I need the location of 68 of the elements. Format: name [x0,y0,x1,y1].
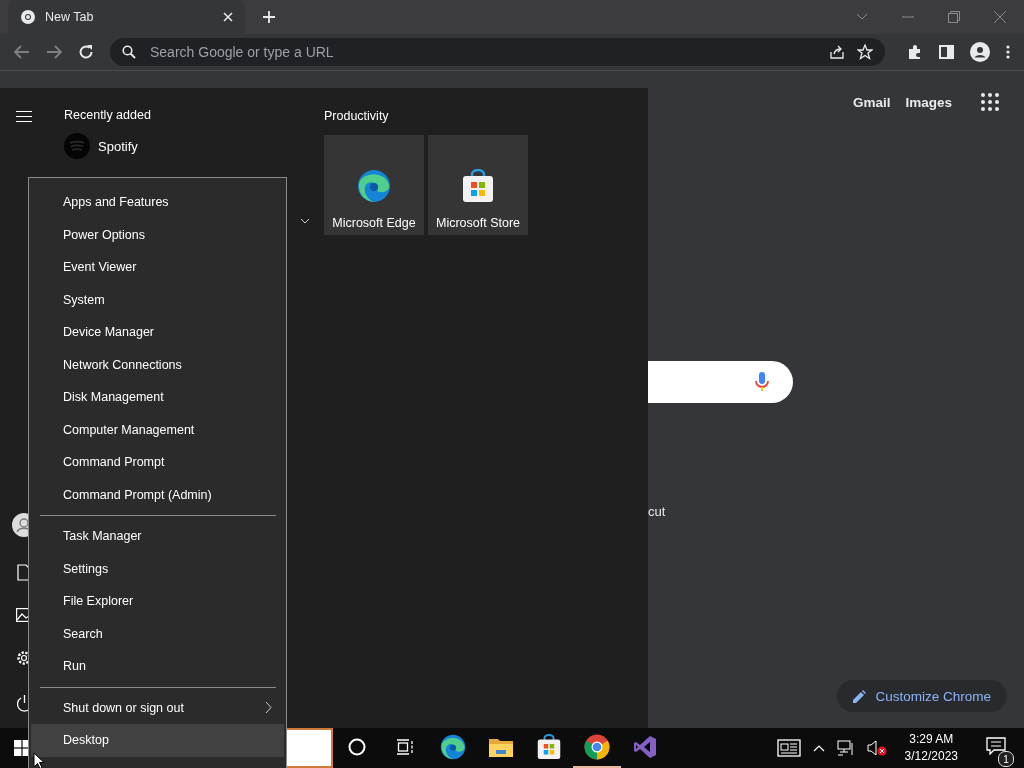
menu-item[interactable]: Command Prompt (Admin) [31,478,284,511]
header-link[interactable]: Gmail [852,94,891,110]
app-list-item[interactable]: Spotify [64,132,310,160]
customize-chrome-button[interactable]: Customize Chrome [837,680,1007,712]
browser-tab[interactable]: New Tab [8,0,245,34]
menu-item[interactable]: Desktop [31,724,284,757]
address-bar[interactable]: Search Google or type a URL [110,38,885,66]
address-field[interactable]: Search Google or type a URL [148,43,817,61]
menu-item[interactable]: Disk Management [31,381,284,414]
menu-item[interactable]: Shut down or sign out [31,691,284,724]
app-circle-icon [64,133,90,159]
infinity-logo-icon [633,735,657,759]
menu-item[interactable]: Network Connections [31,348,284,381]
header-link[interactable]: Images [905,94,952,110]
profile-icon[interactable] [970,42,990,62]
menu-item[interactable]: Command Prompt [31,446,284,479]
apps-grid-icon[interactable] [981,93,999,111]
menu-item[interactable]: Run [31,650,284,683]
share-icon[interactable] [829,44,845,60]
chevron-up-icon[interactable] [812,744,825,752]
search-icon [122,45,136,59]
windows-start-icon[interactable] [14,740,30,756]
reload-icon[interactable] [78,44,94,60]
group-title: Productivity [324,109,390,123]
chevron-right-icon [265,701,272,715]
microphone-icon[interactable] [755,372,769,392]
shortcut-label: cut [648,504,666,519]
task-view-icon[interactable] [396,739,414,755]
menu-item[interactable]: Power Options [31,218,284,251]
more-icon[interactable] [1006,45,1010,59]
clock[interactable]: 3:29 AM 3/12/2023 [898,731,964,765]
app-tile[interactable]: Microsoft Edge [324,135,424,235]
notification-badge: 1 [998,751,1014,767]
menu-item[interactable]: Apps and Features [31,186,284,219]
edge-icon [357,169,391,203]
chevron-down-icon[interactable] [300,218,310,224]
shopping-bag-icon [462,169,494,203]
edge-icon [440,734,466,760]
star-icon[interactable] [857,44,873,60]
back-icon[interactable] [14,45,30,59]
folder-icon [489,737,513,757]
side-panel-icon[interactable] [939,45,954,59]
notification-icon[interactable] [986,737,1006,755]
menu-item[interactable]: Task Manager [31,520,284,553]
menu-icon[interactable] [16,111,32,122]
shopping-bag-icon [537,734,561,760]
menu-item[interactable]: Event Viewer [31,251,284,284]
section-heading: Recently added [64,108,152,122]
clock-date: 3/12/2023 [904,748,958,765]
menu-item[interactable]: File Explorer [31,585,284,618]
forward-icon[interactable] [46,45,62,59]
puzzle-icon[interactable] [907,44,923,60]
circle-icon[interactable] [348,738,366,756]
menu-item[interactable]: Settings [31,552,284,585]
pencil-icon [853,689,867,703]
menu-item[interactable]: Device Manager [31,316,284,349]
menu-item[interactable]: Computer Management [31,413,284,446]
menu-item[interactable]: System [31,283,284,316]
clock-time: 3:29 AM [909,731,954,748]
menu-item[interactable]: Search [31,617,284,650]
restore-icon[interactable] [948,11,960,23]
news-icon[interactable] [776,739,801,757]
tab-title: New Tab [45,10,95,24]
mouse-cursor-icon [33,752,45,768]
new-tab-icon[interactable] [262,10,276,24]
network-icon[interactable] [836,740,855,756]
muted-speaker-icon[interactable] [866,740,887,756]
app-tile[interactable]: Microsoft Store [428,135,528,235]
